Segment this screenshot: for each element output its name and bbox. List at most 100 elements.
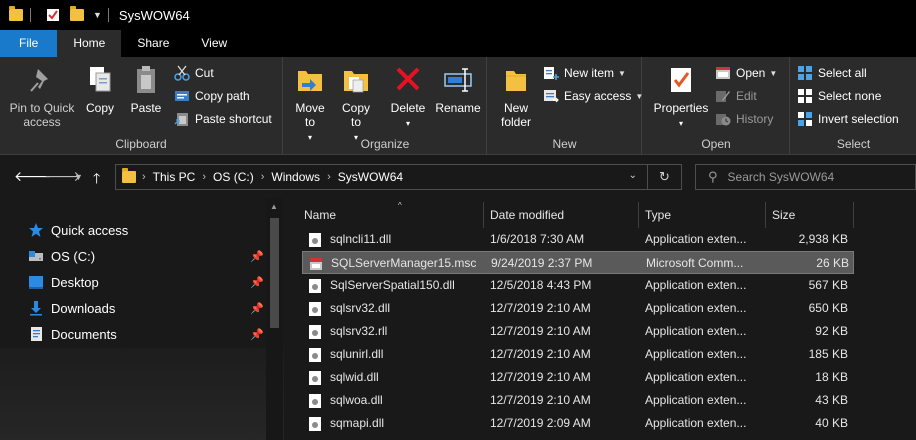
new-item-label: New item bbox=[564, 66, 615, 80]
up-arrow-icon[interactable]: 🡑 bbox=[93, 168, 100, 192]
easy-access-button[interactable]: Easy access ▼ bbox=[543, 85, 643, 107]
ribbon-tabs: File Home Share View bbox=[0, 30, 916, 57]
cut-label: Cut bbox=[195, 66, 214, 80]
history-label: History bbox=[736, 112, 774, 126]
tab-home[interactable]: Home bbox=[57, 30, 122, 57]
dll-file-icon bbox=[308, 301, 322, 317]
file-type: Application exten... bbox=[645, 393, 747, 407]
customize-toolbar-icon[interactable]: ▼ bbox=[93, 10, 102, 20]
breadcrumb-os-c[interactable]: OS (C:) bbox=[213, 170, 254, 184]
file-row[interactable]: sqlncli11.dll 1/6/2018 7:30 AM Applicati… bbox=[302, 228, 854, 251]
clipboard-group-label: Clipboard bbox=[115, 137, 167, 151]
copy-label: Copy bbox=[85, 101, 114, 115]
file-name: sqlsrv32.rll bbox=[330, 324, 388, 338]
nav-downloads[interactable]: Downloads 📌 bbox=[28, 296, 268, 320]
column-header-size[interactable]: Size bbox=[766, 202, 854, 228]
new-folder-icon[interactable] bbox=[69, 6, 85, 23]
file-row[interactable]: sqmapi.dll 12/7/2019 2:09 AM Application… bbox=[302, 412, 854, 435]
refresh-icon[interactable]: ↻ bbox=[647, 165, 681, 189]
delete-label: Delete ▾ bbox=[390, 101, 426, 128]
breadcrumb-syswow64[interactable]: SysWOW64 bbox=[338, 170, 403, 184]
copy-path-label: Copy path bbox=[195, 89, 250, 103]
search-box[interactable]: ⚲ Search SysWOW64 bbox=[695, 164, 916, 190]
breadcrumb-this-pc[interactable]: This PC bbox=[153, 170, 196, 184]
file-row[interactable]: sqlwoa.dll 12/7/2019 2:10 AM Application… bbox=[302, 389, 854, 412]
download-icon bbox=[28, 300, 44, 316]
address-dropdown-icon[interactable]: ⌄ bbox=[629, 170, 637, 181]
invert-selection-button[interactable]: Invert selection bbox=[797, 108, 899, 130]
properties-icon[interactable] bbox=[45, 7, 61, 23]
scroll-up-icon[interactable]: ▲ bbox=[270, 202, 278, 211]
invert-selection-icon bbox=[797, 111, 813, 127]
file-row[interactable]: sqlsrv32.dll 12/7/2019 2:10 AM Applicati… bbox=[302, 297, 854, 320]
edit-label: Edit bbox=[736, 89, 757, 103]
sort-ascending-icon: ^ bbox=[398, 201, 402, 210]
address-bar[interactable]: › This PC › OS (C:) › Windows › SysWOW64… bbox=[115, 164, 682, 190]
edit-button[interactable]: Edit bbox=[715, 85, 757, 107]
column-header-date[interactable]: Date modified bbox=[484, 202, 639, 228]
paste-button[interactable]: Paste bbox=[126, 63, 166, 115]
select-none-button[interactable]: Select none bbox=[797, 85, 881, 107]
paste-shortcut-button[interactable]: Paste shortcut bbox=[174, 108, 272, 130]
column-header-row: ^ Name Date modified Type Size bbox=[284, 201, 916, 228]
tab-view[interactable]: View bbox=[185, 30, 243, 57]
delete-button[interactable]: Delete ▾ bbox=[388, 63, 428, 131]
chevron-right-icon[interactable]: › bbox=[202, 171, 206, 183]
breadcrumb-windows[interactable]: Windows bbox=[271, 170, 320, 184]
window-title: SysWOW64 bbox=[118, 7, 190, 23]
history-button[interactable]: History bbox=[715, 108, 773, 130]
nav-desktop[interactable]: Desktop 📌 bbox=[28, 270, 268, 294]
nav-documents[interactable]: Documents 📌 bbox=[28, 322, 268, 346]
open-icon bbox=[715, 65, 731, 81]
properties-label: Properties ▾ bbox=[653, 101, 709, 128]
cut-button[interactable]: Cut bbox=[174, 62, 214, 84]
file-name: sqlncli11.dll bbox=[330, 232, 392, 246]
copy-path-button[interactable]: Copy path bbox=[174, 85, 250, 107]
file-row[interactable]: sqlunirl.dll 12/7/2019 2:10 AM Applicati… bbox=[302, 343, 854, 366]
file-row[interactable]: SqlServerSpatial150.dll 12/5/2018 4:43 P… bbox=[302, 274, 854, 297]
column-header-type[interactable]: Type bbox=[639, 202, 766, 228]
file-type: Microsoft Comm... bbox=[646, 256, 744, 270]
rename-button[interactable]: Rename bbox=[434, 63, 482, 115]
organize-group: Move to ▾ Copy to ▾ Delete ▾ Rename Organiz… bbox=[284, 57, 487, 155]
scrollbar-thumb[interactable] bbox=[270, 218, 279, 328]
dll-file-icon bbox=[308, 278, 322, 294]
nav-label: Downloads bbox=[51, 300, 116, 316]
copy-to-button[interactable]: Copy to ▾ bbox=[336, 63, 376, 145]
nav-quick-access[interactable]: Quick access bbox=[28, 218, 268, 242]
select-all-button[interactable]: Select all bbox=[797, 62, 867, 84]
pin-to-quick-access-button[interactable]: Pin to Quick access bbox=[4, 63, 80, 129]
file-row-selected[interactable]: SQLServerManager15.msc 9/24/2019 2:37 PM… bbox=[302, 251, 854, 274]
tab-file[interactable]: File bbox=[0, 30, 58, 57]
file-date: 12/7/2019 2:10 AM bbox=[490, 347, 591, 361]
nav-pane-scrollbar[interactable]: ▲ bbox=[266, 198, 283, 440]
copy-button[interactable]: Copy bbox=[82, 63, 118, 115]
file-date: 12/7/2019 2:10 AM bbox=[490, 393, 591, 407]
new-folder-button[interactable]: New folder bbox=[496, 63, 536, 129]
title-bar: ▼ SysWOW64 bbox=[0, 0, 916, 30]
easy-access-icon bbox=[543, 88, 559, 104]
chevron-right-icon[interactable]: › bbox=[142, 171, 146, 183]
navigation-pane: Quick access OS (C:) 📌 Desktop 📌 Downloa… bbox=[0, 198, 284, 440]
search-placeholder: Search SysWOW64 bbox=[727, 170, 835, 184]
tab-share[interactable]: Share bbox=[121, 30, 185, 57]
chevron-right-icon[interactable]: › bbox=[261, 171, 265, 183]
file-name: SqlServerSpatial150.dll bbox=[330, 278, 455, 292]
pin-icon: 📌 bbox=[250, 328, 264, 341]
properties-button[interactable]: Properties ▾ bbox=[651, 63, 711, 131]
file-size: 2,938 KB bbox=[798, 232, 848, 246]
file-row[interactable]: sqlwid.dll 12/7/2019 2:10 AM Application… bbox=[302, 366, 854, 389]
msc-file-icon bbox=[309, 256, 323, 272]
nav-os-c[interactable]: OS (C:) 📌 bbox=[28, 244, 268, 268]
open-button[interactable]: Open ▼ bbox=[715, 62, 777, 84]
navigation-bar: 🡐 🡒 ▼ 🡑 › This PC › OS (C:) › Windows › … bbox=[0, 156, 916, 198]
chevron-right-icon[interactable]: › bbox=[327, 171, 331, 183]
recent-locations-chevron-icon[interactable]: ▼ bbox=[74, 172, 83, 182]
scissors-icon bbox=[174, 65, 190, 81]
column-header-name[interactable]: ^ Name bbox=[298, 201, 484, 228]
new-item-button[interactable]: New item ▼ bbox=[543, 62, 626, 84]
paste-label: Paste bbox=[130, 101, 162, 115]
dll-file-icon bbox=[308, 347, 322, 363]
move-to-button[interactable]: Move to ▾ bbox=[290, 63, 330, 145]
file-row[interactable]: sqlsrv32.rll 12/7/2019 2:10 AM Applicati… bbox=[302, 320, 854, 343]
